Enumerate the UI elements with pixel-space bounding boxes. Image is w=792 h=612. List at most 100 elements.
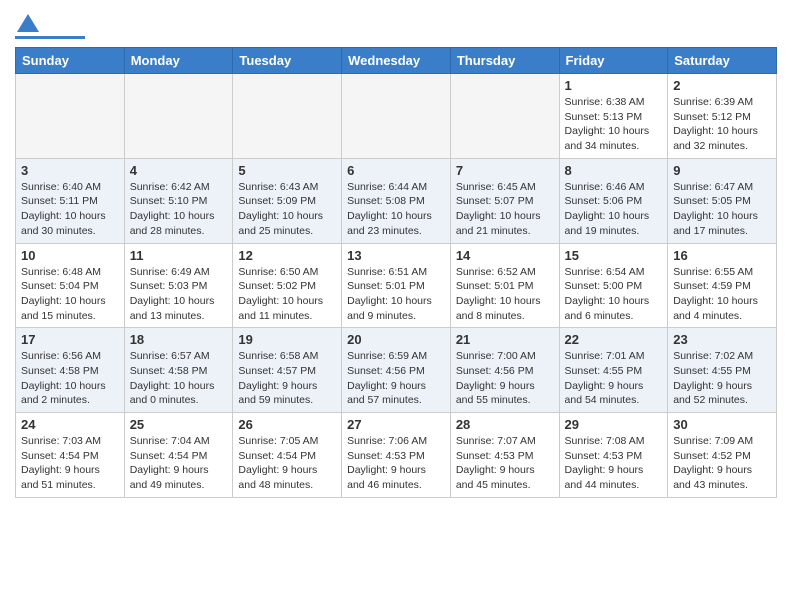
weekday-header-tuesday: Tuesday: [233, 48, 342, 74]
day-number: 18: [130, 332, 228, 347]
day-number: 8: [565, 163, 663, 178]
day-number: 24: [21, 417, 119, 432]
day-info: Sunrise: 6:55 AM Sunset: 4:59 PM Dayligh…: [673, 265, 771, 324]
day-info: Sunrise: 7:07 AM Sunset: 4:53 PM Dayligh…: [456, 434, 554, 493]
day-info: Sunrise: 7:06 AM Sunset: 4:53 PM Dayligh…: [347, 434, 445, 493]
day-number: 23: [673, 332, 771, 347]
day-number: 21: [456, 332, 554, 347]
day-info: Sunrise: 6:51 AM Sunset: 5:01 PM Dayligh…: [347, 265, 445, 324]
calendar-cell: 18 Sunrise: 6:57 AM Sunset: 4:58 PM Dayli…: [124, 328, 233, 413]
calendar-cell: 21 Sunrise: 7:00 AM Sunset: 4:56 PM Dayli…: [450, 328, 559, 413]
weekday-header-wednesday: Wednesday: [342, 48, 451, 74]
day-number: 20: [347, 332, 445, 347]
day-number: 22: [565, 332, 663, 347]
calendar-cell: 17 Sunrise: 6:56 AM Sunset: 4:58 PM Dayli…: [16, 328, 125, 413]
day-number: 17: [21, 332, 119, 347]
calendar-cell: 15 Sunrise: 6:54 AM Sunset: 5:00 PM Dayli…: [559, 243, 668, 328]
day-number: 9: [673, 163, 771, 178]
calendar-table: SundayMondayTuesdayWednesdayThursdayFrid…: [15, 47, 777, 498]
day-info: Sunrise: 6:45 AM Sunset: 5:07 PM Dayligh…: [456, 180, 554, 239]
weekday-header-row: SundayMondayTuesdayWednesdayThursdayFrid…: [16, 48, 777, 74]
calendar-cell: [124, 74, 233, 159]
calendar-cell: 22 Sunrise: 7:01 AM Sunset: 4:55 PM Dayli…: [559, 328, 668, 413]
calendar-cell: 5Sunrise: 6:43 AM Sunset: 5:09 PM Daylig…: [233, 158, 342, 243]
calendar-cell: 10Sunrise: 6:48 AM Sunset: 5:04 PM Dayli…: [16, 243, 125, 328]
calendar-cell: 30 Sunrise: 7:09 AM Sunset: 4:52 PM Dayli…: [668, 413, 777, 498]
day-info: Sunrise: 6:43 AM Sunset: 5:09 PM Dayligh…: [238, 180, 336, 239]
day-info: Sunrise: 7:04 AM Sunset: 4:54 PM Dayligh…: [130, 434, 228, 493]
calendar-cell: [342, 74, 451, 159]
calendar-cell: 1 Sunrise: 6:38 AM Sunset: 5:13 PM Daylig…: [559, 74, 668, 159]
day-info: Sunrise: 6:52 AM Sunset: 5:01 PM Dayligh…: [456, 265, 554, 324]
day-info: Sunrise: 6:40 AM Sunset: 5:11 PM Dayligh…: [21, 180, 119, 239]
day-info: Sunrise: 6:39 AM Sunset: 5:12 PM Dayligh…: [673, 95, 771, 154]
day-info: Sunrise: 6:54 AM Sunset: 5:00 PM Dayligh…: [565, 265, 663, 324]
day-info: Sunrise: 6:46 AM Sunset: 5:06 PM Dayligh…: [565, 180, 663, 239]
calendar-week-row: 10Sunrise: 6:48 AM Sunset: 5:04 PM Dayli…: [16, 243, 777, 328]
calendar-cell: 27 Sunrise: 7:06 AM Sunset: 4:53 PM Dayli…: [342, 413, 451, 498]
day-info: Sunrise: 7:08 AM Sunset: 4:53 PM Dayligh…: [565, 434, 663, 493]
calendar-cell: 20 Sunrise: 6:59 AM Sunset: 4:56 PM Dayli…: [342, 328, 451, 413]
weekday-header-thursday: Thursday: [450, 48, 559, 74]
day-number: 1: [565, 78, 663, 93]
day-number: 15: [565, 248, 663, 263]
day-info: Sunrise: 7:03 AM Sunset: 4:54 PM Dayligh…: [21, 434, 119, 493]
day-number: 2: [673, 78, 771, 93]
calendar-cell: 4 Sunrise: 6:42 AM Sunset: 5:10 PM Daylig…: [124, 158, 233, 243]
day-number: 28: [456, 417, 554, 432]
day-info: Sunrise: 7:02 AM Sunset: 4:55 PM Dayligh…: [673, 349, 771, 408]
day-number: 7: [456, 163, 554, 178]
day-info: Sunrise: 6:59 AM Sunset: 4:56 PM Dayligh…: [347, 349, 445, 408]
calendar-cell: 13 Sunrise: 6:51 AM Sunset: 5:01 PM Dayli…: [342, 243, 451, 328]
calendar-cell: 9 Sunrise: 6:47 AM Sunset: 5:05 PM Daylig…: [668, 158, 777, 243]
calendar-cell: 7 Sunrise: 6:45 AM Sunset: 5:07 PM Daylig…: [450, 158, 559, 243]
day-info: Sunrise: 7:09 AM Sunset: 4:52 PM Dayligh…: [673, 434, 771, 493]
day-number: 26: [238, 417, 336, 432]
day-info: Sunrise: 6:56 AM Sunset: 4:58 PM Dayligh…: [21, 349, 119, 408]
weekday-header-friday: Friday: [559, 48, 668, 74]
day-number: 14: [456, 248, 554, 263]
logo: [15, 10, 85, 39]
day-number: 11: [130, 248, 228, 263]
day-info: Sunrise: 6:48 AM Sunset: 5:04 PM Dayligh…: [21, 265, 119, 324]
day-info: Sunrise: 6:47 AM Sunset: 5:05 PM Dayligh…: [673, 180, 771, 239]
calendar-week-row: 3 Sunrise: 6:40 AM Sunset: 5:11 PM Daylig…: [16, 158, 777, 243]
calendar-cell: 3 Sunrise: 6:40 AM Sunset: 5:11 PM Daylig…: [16, 158, 125, 243]
day-info: Sunrise: 6:58 AM Sunset: 4:57 PM Dayligh…: [238, 349, 336, 408]
calendar-cell: 8 Sunrise: 6:46 AM Sunset: 5:06 PM Daylig…: [559, 158, 668, 243]
day-info: Sunrise: 7:00 AM Sunset: 4:56 PM Dayligh…: [456, 349, 554, 408]
day-number: 29: [565, 417, 663, 432]
calendar-cell: [16, 74, 125, 159]
calendar-cell: 6 Sunrise: 6:44 AM Sunset: 5:08 PM Daylig…: [342, 158, 451, 243]
calendar-cell: 11 Sunrise: 6:49 AM Sunset: 5:03 PM Dayli…: [124, 243, 233, 328]
header: [15, 10, 777, 39]
calendar-week-row: 1 Sunrise: 6:38 AM Sunset: 5:13 PM Daylig…: [16, 74, 777, 159]
logo-icon: [17, 12, 39, 34]
day-info: Sunrise: 6:38 AM Sunset: 5:13 PM Dayligh…: [565, 95, 663, 154]
day-number: 25: [130, 417, 228, 432]
calendar-week-row: 17 Sunrise: 6:56 AM Sunset: 4:58 PM Dayli…: [16, 328, 777, 413]
day-info: Sunrise: 7:05 AM Sunset: 4:54 PM Dayligh…: [238, 434, 336, 493]
day-number: 13: [347, 248, 445, 263]
day-info: Sunrise: 7:01 AM Sunset: 4:55 PM Dayligh…: [565, 349, 663, 408]
day-number: 12: [238, 248, 336, 263]
weekday-header-sunday: Sunday: [16, 48, 125, 74]
day-info: Sunrise: 6:44 AM Sunset: 5:08 PM Dayligh…: [347, 180, 445, 239]
logo-underline: [15, 36, 85, 39]
day-number: 3: [21, 163, 119, 178]
day-number: 30: [673, 417, 771, 432]
day-info: Sunrise: 6:50 AM Sunset: 5:02 PM Dayligh…: [238, 265, 336, 324]
day-info: Sunrise: 6:57 AM Sunset: 4:58 PM Dayligh…: [130, 349, 228, 408]
day-number: 19: [238, 332, 336, 347]
day-number: 27: [347, 417, 445, 432]
day-number: 6: [347, 163, 445, 178]
calendar-week-row: 24 Sunrise: 7:03 AM Sunset: 4:54 PM Dayli…: [16, 413, 777, 498]
day-info: Sunrise: 6:49 AM Sunset: 5:03 PM Dayligh…: [130, 265, 228, 324]
calendar-cell: 28 Sunrise: 7:07 AM Sunset: 4:53 PM Dayli…: [450, 413, 559, 498]
day-number: 4: [130, 163, 228, 178]
calendar-cell: 29 Sunrise: 7:08 AM Sunset: 4:53 PM Dayli…: [559, 413, 668, 498]
calendar-cell: 26 Sunrise: 7:05 AM Sunset: 4:54 PM Dayli…: [233, 413, 342, 498]
calendar-cell: 24 Sunrise: 7:03 AM Sunset: 4:54 PM Dayli…: [16, 413, 125, 498]
calendar-cell: 23 Sunrise: 7:02 AM Sunset: 4:55 PM Dayli…: [668, 328, 777, 413]
day-info: Sunrise: 6:42 AM Sunset: 5:10 PM Dayligh…: [130, 180, 228, 239]
